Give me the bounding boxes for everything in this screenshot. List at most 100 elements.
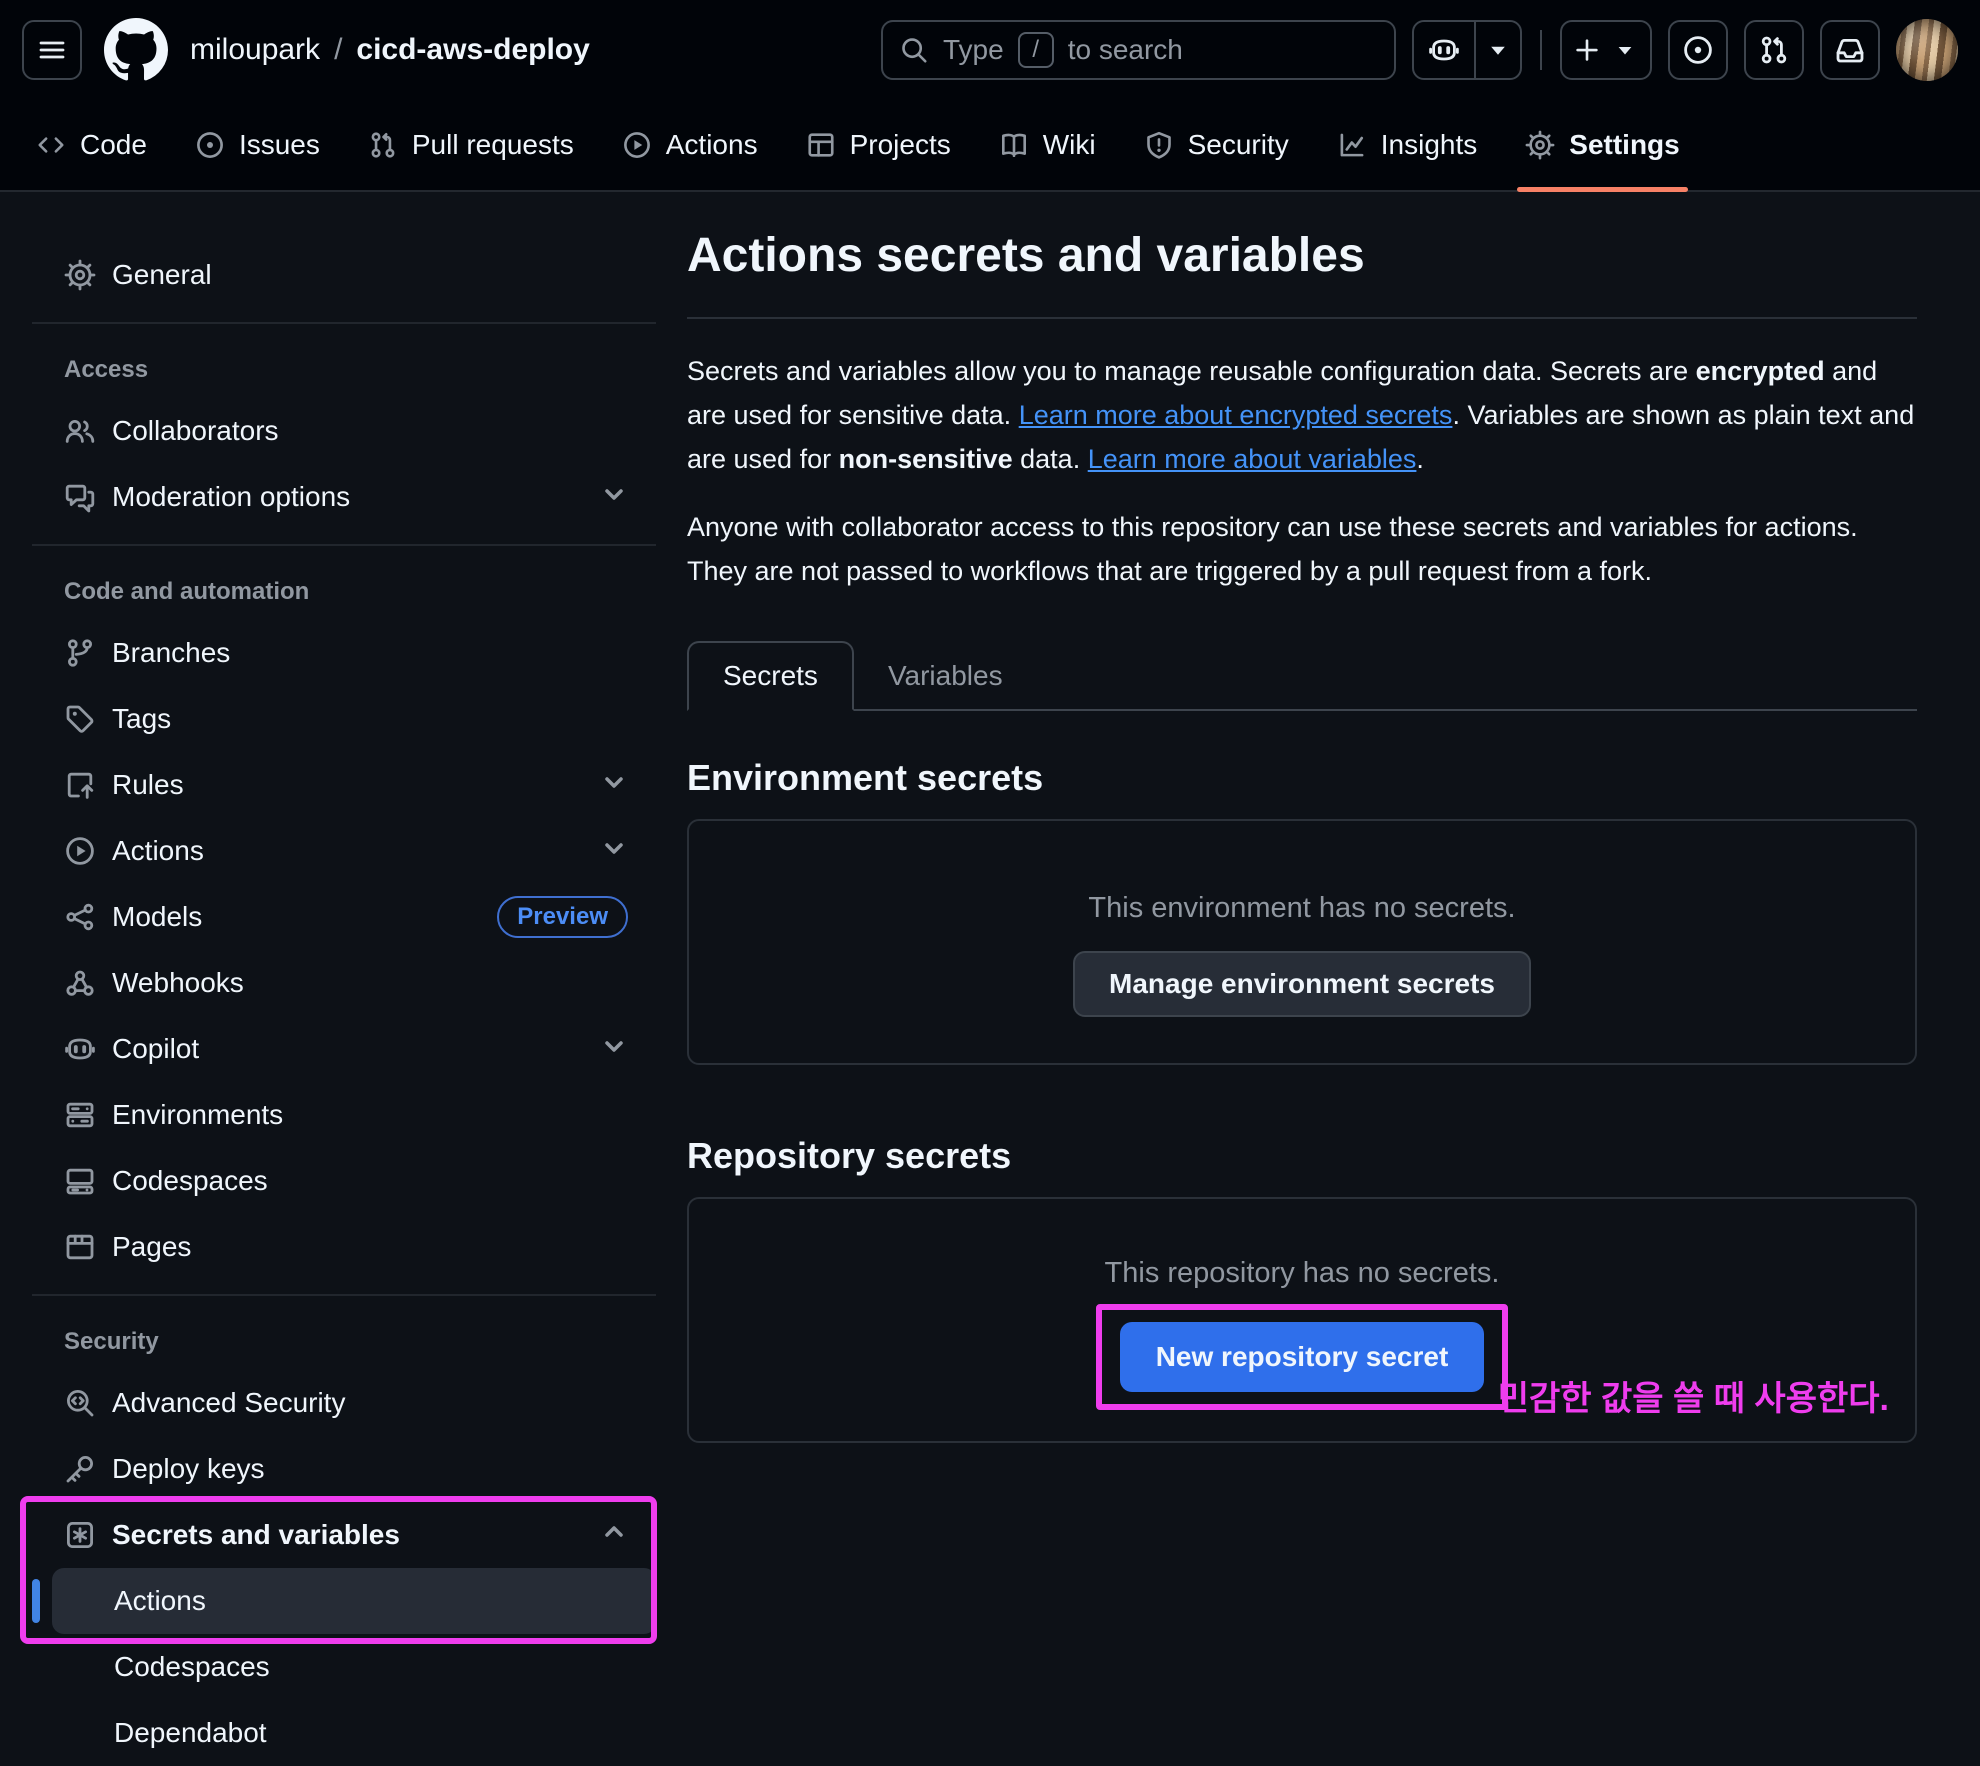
issue-opened-icon [1682,34,1714,66]
repository-secrets-heading: Repository secrets [687,1135,1917,1177]
sidebar-item-label: Deploy keys [112,1453,265,1485]
breadcrumb-repo[interactable]: cicd-aws-deploy [356,33,589,67]
page-title: Actions secrets and variables [687,228,1917,319]
sidebar-item-codespaces[interactable]: Codespaces [32,1148,656,1214]
caret-down-icon [1610,35,1640,65]
breadcrumb-separator: / [334,33,342,67]
plus-icon [1572,35,1602,65]
repo-tab-pull-requests[interactable]: Pull requests [344,100,598,190]
repo-tab-issues[interactable]: Issues [171,100,344,190]
tab-variables[interactable]: Variables [854,641,1037,711]
repo-tab-code[interactable]: Code [12,100,171,190]
sidebar-item-webhooks[interactable]: Webhooks [32,950,656,1016]
sidebar-item-advanced-security[interactable]: Advanced Security [32,1370,656,1436]
issue-opened-icon [195,130,225,160]
settings-sidebar: General AccessCollaboratorsModeration opt… [0,192,687,1752]
tab-secrets[interactable]: Secrets [687,641,854,711]
caret-down-icon [1482,34,1514,66]
sidebar-item-collaborators[interactable]: Collaborators [32,398,656,464]
sidebar-item-branches[interactable]: Branches [32,620,656,686]
repo-tab-wiki[interactable]: Wiki [975,100,1120,190]
sidebar-divider [32,544,656,546]
sidebar-item-moderation-options[interactable]: Moderation options [32,464,656,530]
sidebar-item-pages[interactable]: Pages [32,1214,656,1280]
sidebar-subitem-dependabot[interactable]: Dependabot [52,1700,656,1766]
search-placeholder-suffix: to search [1068,34,1183,66]
key-icon [64,1453,96,1485]
sidebar-item-general[interactable]: General [32,242,656,308]
annotation-note: 민감한 값을 쓸 때 사용한다. [1498,1371,1889,1420]
avatar[interactable] [1896,19,1958,81]
sidebar-item-label: Models [112,901,202,933]
sidebar-item-tags[interactable]: Tags [32,686,656,752]
github-logo[interactable] [104,18,168,82]
sidebar-section-access: Access [32,338,656,398]
repo-tab-label: Wiki [1043,129,1096,161]
repo-tab-settings[interactable]: Settings [1501,100,1703,190]
hamburger-icon [36,34,68,66]
sidebar-item-label: Advanced Security [112,1387,345,1419]
link-learn-more-about-encrypted-secrets[interactable]: Learn more about encrypted secrets [1019,400,1453,430]
sidebar-section-code-and-automation: Code and automation [32,560,656,620]
issues-button[interactable] [1668,20,1728,80]
sidebar-item-actions[interactable]: Actions [32,818,656,884]
new-repository-secret-button[interactable]: New repository secret [1120,1322,1485,1392]
repo-tab-label: Actions [666,129,758,161]
models-icon [64,901,96,933]
global-nav-menu-button[interactable] [22,20,82,80]
sidebar-item-label: Copilot [112,1033,199,1065]
repo-tab-security[interactable]: Security [1120,100,1313,190]
key-asterisk-icon [64,1519,96,1551]
toolbar-divider [1540,30,1542,70]
repo-tab-projects[interactable]: Projects [782,100,975,190]
book-icon [999,130,1029,160]
breadcrumb: miloupark / cicd-aws-deploy [190,33,590,67]
play-icon [64,835,96,867]
sidebar-subitem-label: Codespaces [114,1651,270,1683]
pull-requests-button[interactable] [1744,20,1804,80]
sidebar-item-label: Environments [112,1099,283,1131]
intro-paragraph: Secrets and variables allow you to manag… [687,349,1917,481]
sidebar-item-rules[interactable]: Rules [32,752,656,818]
shield-icon [1144,130,1174,160]
create-new-button[interactable] [1560,20,1652,80]
sidebar-item-label: Rules [112,769,184,801]
sidebar-item-environments[interactable]: Environments [32,1082,656,1148]
manage-environment-secrets-button[interactable]: Manage environment secrets [1073,951,1531,1017]
sidebar-item-deploy-keys[interactable]: Deploy keys [32,1436,656,1502]
sidebar-subitem-actions[interactable]: Actions [52,1568,656,1634]
code-icon [36,130,66,160]
play-icon [622,130,652,160]
repo-tab-label: Issues [239,129,320,161]
copilot-menu-button[interactable] [1412,20,1522,80]
table-icon [806,130,836,160]
repository-secrets-box: This repository has no secrets. New repo… [687,1197,1917,1443]
sidebar-item-secrets-and-variables[interactable]: Secrets and variables [32,1502,656,1568]
sidebar-item-label: Webhooks [112,967,244,999]
sidebar-divider [32,1294,656,1296]
sidebar-item-copilot[interactable]: Copilot [32,1016,656,1082]
search-icon [899,35,929,65]
repository-empty-text: This repository has no secrets. [1105,1257,1500,1290]
code-scan-icon [64,1387,96,1419]
graph-icon [1337,130,1367,160]
search-input[interactable]: Type / to search [881,20,1396,80]
sidebar-subitem-codespaces[interactable]: Codespaces [52,1634,656,1700]
browser-icon [64,1231,96,1263]
sidebar-item-models[interactable]: ModelsPreview [32,884,656,950]
secrets-variables-tabs: Secrets Variables [687,641,1917,711]
repo-tab-label: Projects [850,129,951,161]
link-learn-more-about-variables[interactable]: Learn more about variables [1088,444,1417,474]
sidebar-item-label: Tags [112,703,171,735]
copilot-icon [64,1033,96,1065]
repo-tab-label: Code [80,129,147,161]
repo-tab-actions[interactable]: Actions [598,100,782,190]
chevron-down-icon [600,480,628,515]
repo-tab-insights[interactable]: Insights [1313,100,1502,190]
chevron-down-icon [600,1032,628,1067]
gear-icon [64,259,96,291]
notifications-button[interactable] [1820,20,1880,80]
main-content: Actions secrets and variables Secrets an… [687,192,1917,1443]
breadcrumb-owner[interactable]: miloupark [190,33,320,67]
sidebar-item-label: Actions [112,835,204,867]
